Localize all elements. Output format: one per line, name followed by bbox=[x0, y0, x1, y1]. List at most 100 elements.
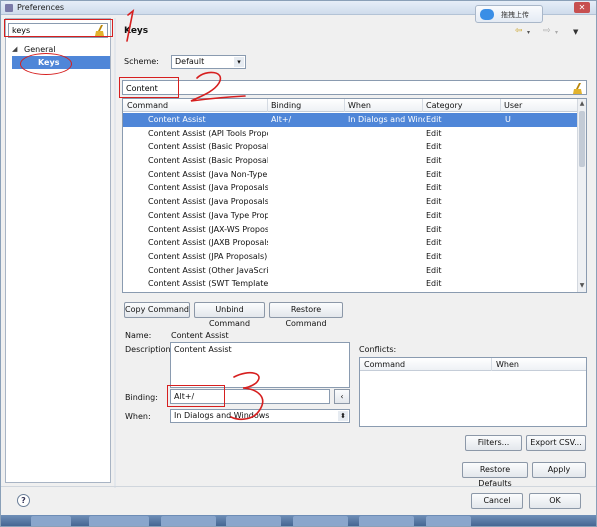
cell-category: Edit bbox=[426, 156, 442, 166]
export-csv-button[interactable]: Export CSV... bbox=[526, 435, 586, 451]
cell-command: Content Assist (Java Type Propos bbox=[148, 210, 268, 220]
table-row[interactable]: Content Assist (Basic Proposals) Edit bbox=[123, 140, 578, 154]
taskbar-item[interactable] bbox=[226, 516, 281, 526]
when-value: In Dialogs and Windows bbox=[174, 411, 270, 420]
table-row[interactable]: Content Assist (Java Type Propos Edit bbox=[123, 209, 578, 223]
back-arrow-icon[interactable]: ⇦ bbox=[515, 26, 523, 36]
when-select[interactable]: In Dialogs and Windows ⬍ bbox=[170, 409, 350, 423]
keys-table: Command Binding When Category User Conte… bbox=[122, 98, 587, 293]
filters-button[interactable]: Filters... bbox=[465, 435, 522, 451]
taskbar-item[interactable] bbox=[89, 516, 149, 526]
cell-command: Content Assist (JPA Proposals) bbox=[148, 251, 268, 261]
ok-button[interactable]: OK bbox=[529, 493, 581, 509]
taskbar-item[interactable] bbox=[31, 516, 71, 526]
cell-command: Content Assist (Basic Proposals) bbox=[148, 142, 268, 152]
cell-category: Edit bbox=[426, 128, 442, 138]
table-row[interactable]: Content Assist (JAX-WS Proposa Edit bbox=[123, 223, 578, 237]
chevron-down-icon[interactable]: ⬍ bbox=[338, 411, 348, 421]
preferences-window: Preferences ✕ ◢ General Keys Keys 拖拽上传 ⇦ bbox=[0, 0, 597, 527]
cell-category: Edit bbox=[426, 279, 442, 289]
help-icon[interactable]: ? bbox=[17, 494, 30, 507]
table-header: Command Binding When Category User bbox=[123, 99, 578, 112]
table-row[interactable]: Content Assist (Java Proposals) Edit bbox=[123, 195, 578, 209]
when-label: When: bbox=[125, 412, 151, 421]
name-value: Content Assist bbox=[171, 331, 229, 340]
cell-category: Edit bbox=[426, 224, 442, 234]
copy-command-button[interactable]: Copy Command bbox=[124, 302, 190, 318]
taskbar bbox=[1, 515, 596, 526]
cell-command: Content Assist (JAXB Proposals) bbox=[148, 238, 268, 248]
conflicts-column-when[interactable]: When bbox=[496, 360, 519, 369]
name-label: Name: bbox=[125, 331, 152, 340]
forward-arrow-icon[interactable]: ⇨ bbox=[543, 26, 551, 36]
column-header-when[interactable]: When bbox=[348, 101, 371, 110]
clear-filter-icon[interactable] bbox=[573, 83, 583, 94]
table-row[interactable]: Content Assist (Java Non-Type Pr Edit bbox=[123, 168, 578, 182]
table-row[interactable]: Content Assist (Basic Proposals) Edit bbox=[123, 154, 578, 168]
scroll-thumb[interactable] bbox=[579, 111, 585, 167]
pane-splitter[interactable] bbox=[114, 18, 116, 488]
cell-command: Content Assist (Java Non-Type Pr bbox=[148, 169, 268, 179]
annotation-ellipse-keys bbox=[20, 53, 72, 75]
cancel-button[interactable]: Cancel bbox=[471, 493, 523, 509]
view-menu-icon[interactable]: ▼ bbox=[573, 28, 578, 36]
upload-button[interactable]: 拖拽上传 bbox=[475, 5, 543, 23]
page-title: Keys bbox=[124, 26, 149, 36]
table-row[interactable]: Content Assist (JAXB Proposals) Edit bbox=[123, 236, 578, 250]
table-row[interactable]: Content Assist (JPA Proposals) Edit bbox=[123, 250, 578, 264]
cloud-icon bbox=[480, 9, 494, 20]
table-row[interactable]: Content Assist (API Tools Proposa Edit bbox=[123, 127, 578, 141]
close-icon[interactable]: ✕ bbox=[574, 2, 590, 13]
apply-button[interactable]: Apply bbox=[532, 462, 586, 478]
description-label: Description: bbox=[125, 345, 174, 354]
expand-arrow-icon[interactable]: ◢ bbox=[12, 43, 17, 56]
taskbar-item[interactable] bbox=[293, 516, 348, 526]
scheme-select[interactable]: Default ▾ bbox=[171, 55, 246, 69]
taskbar-item[interactable] bbox=[359, 516, 414, 526]
cell-command: Content Assist (SWT Template Pr bbox=[148, 279, 268, 289]
restore-command-button[interactable]: Restore Command bbox=[269, 302, 343, 328]
cell-category: Edit bbox=[426, 251, 442, 261]
chevron-down-icon[interactable]: ▾ bbox=[234, 57, 244, 67]
column-header-command[interactable]: Command bbox=[127, 101, 168, 110]
cell-command: Content Assist (Basic Proposals) bbox=[148, 156, 268, 166]
annotation-box-content-filter bbox=[119, 77, 179, 98]
column-header-binding[interactable]: Binding bbox=[271, 101, 301, 110]
table-row[interactable]: Content Assist (Java Proposals (T Edit bbox=[123, 181, 578, 195]
cell-binding: Alt+/ bbox=[271, 115, 292, 124]
cell-when: In Dialogs and Windc bbox=[348, 115, 425, 124]
preference-tree-pane: ◢ General Keys bbox=[5, 18, 111, 483]
cell-command: Content Assist (Other JavaScript I bbox=[148, 265, 268, 275]
table-row[interactable]: Content Assist Alt+/ In Dialogs and Windc E… bbox=[123, 113, 578, 127]
table-scrollbar[interactable]: ▲ ▼ bbox=[577, 99, 586, 292]
binding-label: Binding: bbox=[125, 393, 158, 402]
cell-category: Edit bbox=[426, 210, 442, 220]
divider bbox=[1, 486, 596, 487]
column-header-category[interactable]: Category bbox=[426, 101, 463, 110]
unbind-command-button[interactable]: Unbind Command bbox=[194, 302, 265, 328]
conflicts-header: Command When bbox=[360, 358, 586, 371]
binding-menu-button[interactable]: ‹ bbox=[334, 389, 350, 404]
table-body: Content Assist Alt+/In Dialogs and Windc E… bbox=[123, 113, 578, 291]
command-filter-field[interactable] bbox=[122, 80, 587, 95]
scheme-value: Default bbox=[175, 57, 205, 66]
back-menu-chevron-icon[interactable]: ▾ bbox=[527, 29, 530, 36]
cell-category: Edit bbox=[426, 197, 442, 207]
cell-category: Edit bbox=[426, 183, 442, 193]
app-icon bbox=[5, 4, 13, 12]
column-header-user[interactable]: User bbox=[504, 101, 522, 110]
restore-defaults-button[interactable]: Restore Defaults bbox=[462, 462, 528, 488]
scroll-down-icon[interactable]: ▼ bbox=[578, 282, 586, 291]
cell-command: Content Assist (Java Proposals) bbox=[148, 197, 268, 207]
annotation-box-binding bbox=[167, 385, 225, 407]
conflicts-column-command[interactable]: Command bbox=[364, 360, 405, 369]
taskbar-item[interactable] bbox=[161, 516, 216, 526]
scroll-up-icon[interactable]: ▲ bbox=[578, 100, 586, 109]
forward-menu-chevron-icon[interactable]: ▾ bbox=[555, 29, 558, 36]
description-field[interactable]: Content Assist bbox=[170, 342, 350, 388]
table-row[interactable]: Content Assist (SWT Template Pr Edit bbox=[123, 277, 578, 291]
taskbar-item[interactable] bbox=[426, 516, 471, 526]
table-row[interactable]: Content Assist (Other JavaScript I Edit bbox=[123, 264, 578, 278]
conflicts-label: Conflicts: bbox=[359, 345, 397, 354]
cell-command: Content Assist (JAX-WS Proposa bbox=[148, 224, 268, 234]
